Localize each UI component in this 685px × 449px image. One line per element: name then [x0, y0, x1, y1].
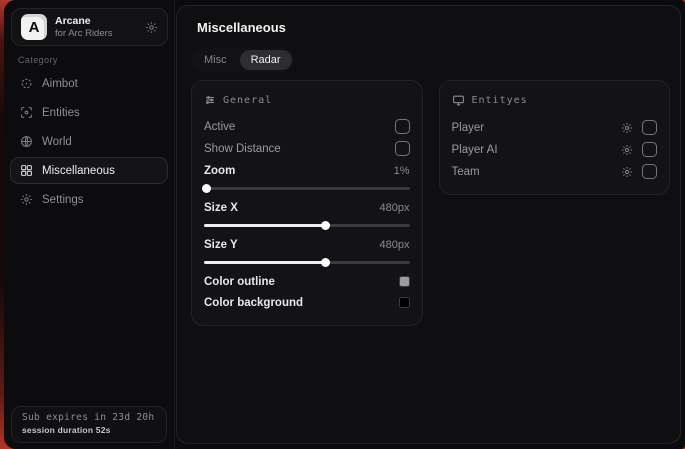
- grid-icon: [20, 164, 33, 177]
- gear-icon[interactable]: [621, 166, 633, 178]
- page-title: Miscellaneous: [197, 20, 286, 35]
- gear-icon: [20, 193, 33, 206]
- row-label: Size X: [204, 202, 238, 214]
- sidebar-item-label: World: [42, 136, 72, 148]
- size-y-value: 480px: [380, 239, 410, 251]
- row-player-ai: Player AI: [452, 139, 658, 160]
- row-label: Show Distance: [204, 143, 281, 155]
- slider-fill: [204, 261, 325, 264]
- row-label: Zoom: [204, 165, 235, 177]
- crosshair-icon: [20, 77, 33, 90]
- row-label: Color outline: [204, 276, 275, 288]
- row-label: Team: [452, 166, 480, 178]
- session-duration-text: session duration 52s: [22, 425, 156, 435]
- cards-row: General Active Show Distance Zoom 1%: [191, 80, 670, 326]
- brand-card: A Arcane for Arc Riders: [11, 8, 168, 46]
- row-zoom: Zoom 1%: [204, 160, 410, 181]
- player-ai-checkbox[interactable]: [642, 142, 657, 157]
- entities-card-header: Entityes: [452, 94, 658, 107]
- tab-misc[interactable]: Misc: [193, 50, 238, 70]
- row-color-outline: Color outline: [204, 271, 410, 292]
- row-show-distance: Show Distance: [204, 138, 410, 159]
- sidebar-item-label: Entities: [42, 107, 80, 119]
- zoom-value: 1%: [394, 165, 410, 177]
- background-color-swatch[interactable]: [399, 297, 410, 308]
- row-team: Team: [452, 161, 658, 182]
- row-color-background: Color background: [204, 292, 410, 313]
- slider-thumb[interactable]: [321, 258, 330, 267]
- general-card-header: General: [204, 94, 410, 106]
- main-panel: Miscellaneous Misc Radar General: [176, 5, 681, 444]
- brand-name: Arcane: [55, 15, 137, 28]
- brand-text: Arcane for Arc Riders: [55, 15, 137, 40]
- sub-expiry-text: Sub expires in 23d 20h: [22, 412, 156, 423]
- brand-subtitle: for Arc Riders: [55, 28, 137, 40]
- entities-card: Entityes Player P: [439, 80, 671, 195]
- gear-icon[interactable]: [621, 144, 633, 156]
- sidebar-nav: Aimbot Entities World: [10, 70, 168, 213]
- team-checkbox[interactable]: [642, 164, 657, 179]
- monitor-icon: [452, 94, 465, 107]
- sidebar-item-label: Settings: [42, 194, 84, 206]
- size-x-value: 480px: [380, 202, 410, 214]
- card-title: Entityes: [472, 95, 528, 106]
- sidebar-item-label: Miscellaneous: [42, 165, 115, 177]
- slider-thumb[interactable]: [321, 221, 330, 230]
- sidebar-item-world[interactable]: World: [10, 128, 168, 155]
- category-label: Category: [18, 55, 58, 65]
- row-player: Player: [452, 117, 658, 138]
- app-window: A Arcane for Arc Riders Category: [4, 0, 685, 449]
- sidebar-item-aimbot[interactable]: Aimbot: [10, 70, 168, 97]
- slider-track: [204, 187, 410, 190]
- row-size-x: Size X 480px: [204, 197, 410, 218]
- row-active: Active: [204, 116, 410, 137]
- sidebar-item-miscellaneous[interactable]: Miscellaneous: [10, 157, 168, 184]
- sliders-icon: [204, 94, 216, 106]
- slider-fill: [204, 224, 325, 227]
- sidebar: A Arcane for Arc Riders Category: [4, 0, 175, 449]
- sidebar-item-settings[interactable]: Settings: [10, 186, 168, 213]
- player-checkbox[interactable]: [642, 120, 657, 135]
- row-label: Player: [452, 122, 485, 134]
- globe-icon: [20, 135, 33, 148]
- show-distance-checkbox[interactable]: [395, 141, 410, 156]
- brand-logo: A: [21, 14, 47, 40]
- scan-eye-icon: [20, 106, 33, 119]
- size-x-slider[interactable]: [204, 219, 410, 231]
- subscription-info: Sub expires in 23d 20h session duration …: [11, 406, 167, 443]
- gear-icon[interactable]: [145, 21, 158, 34]
- outline-color-swatch[interactable]: [399, 276, 410, 287]
- general-card: General Active Show Distance Zoom 1%: [191, 80, 423, 326]
- tab-bar: Misc Radar: [191, 48, 294, 72]
- gear-icon[interactable]: [621, 122, 633, 134]
- row-label: Player AI: [452, 144, 498, 156]
- tab-radar[interactable]: Radar: [240, 50, 292, 70]
- slider-thumb[interactable]: [202, 184, 211, 193]
- zoom-slider[interactable]: [204, 182, 410, 194]
- size-y-slider[interactable]: [204, 256, 410, 268]
- sidebar-item-entities[interactable]: Entities: [10, 99, 168, 126]
- row-label: Size Y: [204, 239, 238, 251]
- active-checkbox[interactable]: [395, 119, 410, 134]
- row-size-y: Size Y 480px: [204, 234, 410, 255]
- sidebar-item-label: Aimbot: [42, 78, 78, 90]
- row-label: Active: [204, 121, 235, 133]
- row-label: Color background: [204, 297, 303, 309]
- card-title: General: [223, 95, 272, 106]
